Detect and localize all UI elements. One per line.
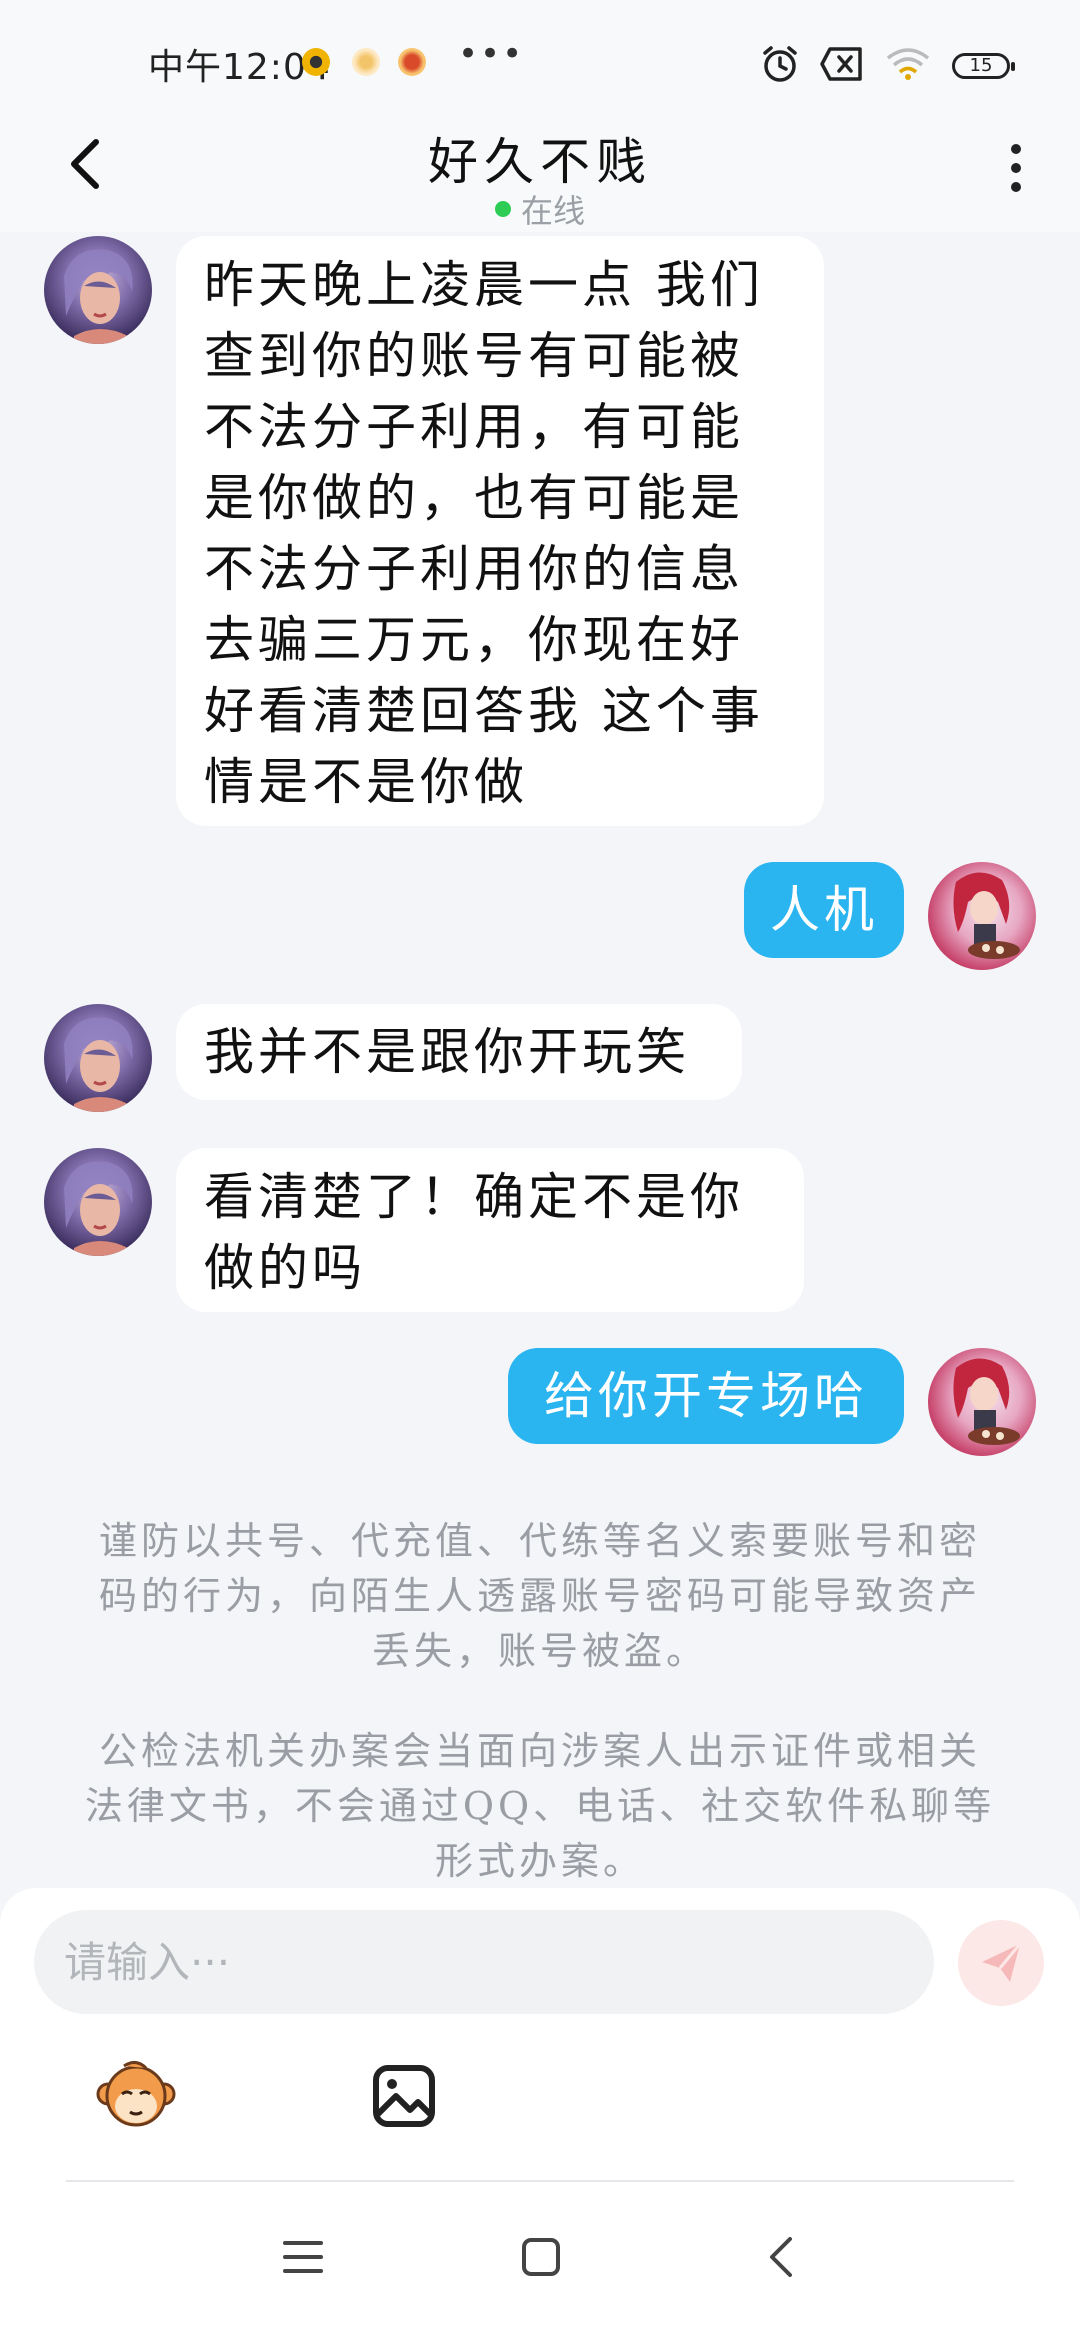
message-text: 我并不是跟你开玩笑	[204, 1022, 690, 1081]
contact-avatar[interactable]	[44, 236, 152, 344]
safety-notice-account: 谨防以共号、代充值、代练等名义索要账号和密码的行为，向陌生人透露账号密码可能导致…	[98, 1519, 981, 1673]
contact-avatar[interactable]	[44, 1004, 152, 1112]
notification-app-icon	[398, 48, 426, 76]
nav-home-button[interactable]	[506, 2222, 576, 2292]
image-button[interactable]	[364, 2056, 444, 2136]
more-notifications-indicator: •••	[458, 34, 525, 74]
more-dot-icon	[1011, 144, 1021, 154]
menu-icon	[283, 2241, 323, 2273]
send-button[interactable]	[958, 1920, 1044, 2006]
send-icon	[982, 1943, 1022, 1982]
self-avatar[interactable]	[928, 862, 1036, 970]
more-dot-icon	[1011, 163, 1021, 173]
safety-notice-police: 公检法机关办案会当面向涉案人出示证件或相关法律文书，不会通过QQ、电话、社交软件…	[84, 1729, 996, 1883]
message-bubble-outgoing[interactable]: 人机	[744, 862, 904, 958]
status-icons: 15	[760, 44, 1015, 88]
image-icon	[373, 2065, 435, 2127]
monkey-emoji-icon	[96, 2061, 176, 2127]
contact-avatar[interactable]	[44, 1148, 152, 1256]
message-text: 昨天晚上凌晨一点 我们查到你的账号有可能被不法分子利用，有可能是你做的，也有可能…	[204, 256, 764, 811]
wifi-icon	[884, 46, 932, 86]
message-input[interactable]	[34, 1910, 934, 2014]
message-bubble-incoming[interactable]: 我并不是跟你开玩笑	[176, 1004, 742, 1100]
chat-title: 好久不贱	[428, 133, 652, 191]
nav-menu-button[interactable]	[268, 2222, 338, 2292]
message-bubble-incoming[interactable]: 看清楚了！确定不是你做的吗	[176, 1148, 804, 1312]
nav-back-button[interactable]	[746, 2222, 816, 2292]
status-bar: 中午12:04 ••• 15	[0, 0, 1080, 120]
battery-indicator: 15	[952, 53, 1015, 79]
notification-app-icon	[302, 48, 330, 76]
more-options-button[interactable]	[996, 138, 1036, 198]
divider	[66, 2180, 1014, 2182]
more-dot-icon	[1011, 182, 1021, 192]
online-status-label: 在线	[520, 192, 585, 230]
message-bubble-incoming[interactable]: 昨天晚上凌晨一点 我们查到你的账号有可能被不法分子利用，有可能是你做的，也有可能…	[176, 236, 824, 826]
back-triangle-icon	[770, 2237, 792, 2277]
message-text: 看清楚了！确定不是你做的吗	[204, 1168, 744, 1297]
no-sim-icon	[820, 46, 864, 86]
notification-app-icon	[352, 48, 380, 76]
home-square-icon	[522, 2238, 560, 2276]
online-dot-icon	[494, 201, 511, 217]
emoji-button[interactable]	[96, 2056, 176, 2136]
chat-header: 好久不贱 在线	[0, 120, 1080, 232]
message-text: 人机	[770, 880, 878, 939]
message-bubble-outgoing[interactable]: 给你开专场哈	[508, 1348, 904, 1444]
message-text: 给你开专场哈	[544, 1366, 868, 1425]
alarm-icon	[760, 44, 800, 88]
online-status: 在线	[0, 186, 1080, 232]
self-avatar[interactable]	[928, 1348, 1036, 1456]
